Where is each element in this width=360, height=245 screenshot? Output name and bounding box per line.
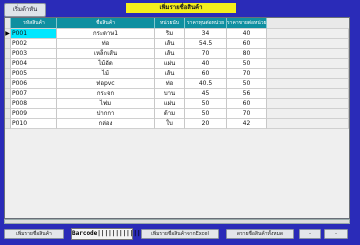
cell-cost[interactable]: 40 <box>185 59 227 69</box>
cell-unit[interactable]: เส้น <box>155 39 185 49</box>
column-header-name[interactable]: ชื่อสินค้า <box>57 18 155 29</box>
row-filler <box>267 69 349 79</box>
column-header-cost[interactable]: ราคาทุนต่อหน่วย <box>185 18 227 29</box>
table-row[interactable]: P004 ไม้อัด แผ่น 40 50 <box>5 59 349 69</box>
column-header-price[interactable]: ราคาขายต่อหน่วย <box>227 18 267 29</box>
table-row[interactable]: P005 ไม้ เส้น 60 70 <box>5 69 349 79</box>
cell-id[interactable]: P003 <box>11 49 57 59</box>
cell-unit[interactable]: ใบ <box>155 119 185 129</box>
cell-id[interactable]: P008 <box>11 99 57 109</box>
page-title: เพิ่มรายชื่อสินค้า <box>126 3 236 13</box>
cell-name[interactable]: เหล็กเส้น <box>57 49 155 59</box>
table-row[interactable]: P008 ไฟม แผ่น 50 60 <box>5 99 349 109</box>
table-row[interactable]: P006 ท่อpvc ท่อ 40.5 50 <box>5 79 349 89</box>
row-filler <box>267 79 349 89</box>
table-row[interactable]: ▶ P001 กระดาษ1 ริม 34 40 <box>5 29 349 39</box>
table-row[interactable]: P009 ปากกา ด้าม 50 70 <box>5 109 349 119</box>
cell-cost[interactable]: 70 <box>185 49 227 59</box>
start-button[interactable]: เริ่มต้าหัน <box>4 3 46 17</box>
cell-id[interactable]: P004 <box>11 59 57 69</box>
cell-id[interactable]: P007 <box>11 89 57 99</box>
grid-empty-area <box>5 129 349 218</box>
row-filler <box>267 29 349 39</box>
row-filler <box>267 49 349 59</box>
row-filler <box>267 39 349 49</box>
table-row[interactable]: P002 ท่อ เส้น 54.5 60 <box>5 39 349 49</box>
cell-id[interactable]: P002 <box>11 39 57 49</box>
cell-id[interactable]: P001 <box>11 29 57 39</box>
cell-unit[interactable]: แผ่น <box>155 59 185 69</box>
table-row[interactable]: P003 เหล็กเส้น เส้น 70 80 <box>5 49 349 59</box>
cell-price[interactable]: 70 <box>227 109 267 119</box>
cell-id[interactable]: P006 <box>11 79 57 89</box>
cell-name[interactable]: กระจก <box>57 89 155 99</box>
cell-name[interactable]: ท่อ <box>57 39 155 49</box>
add-product-button[interactable]: เพิ่มรายชื่อสินค้า <box>4 229 64 239</box>
cell-unit[interactable]: ด้าม <box>155 109 185 119</box>
cell-unit[interactable]: แผ่น <box>155 99 185 109</box>
cell-price[interactable]: 42 <box>227 119 267 129</box>
column-header-unit[interactable]: หน่วยนับ <box>155 18 185 29</box>
cell-id[interactable]: P010 <box>11 119 57 129</box>
cell-name[interactable]: ท่อpvc <box>57 79 155 89</box>
table-row[interactable]: P007 กระจก บาน 45 56 <box>5 89 349 99</box>
row-filler <box>267 119 349 129</box>
cell-unit[interactable]: บาน <box>155 89 185 99</box>
cell-price[interactable]: 70 <box>227 69 267 79</box>
cell-cost[interactable]: 20 <box>185 119 227 129</box>
cell-cost[interactable]: 54.5 <box>185 39 227 49</box>
cell-price[interactable]: 40 <box>227 29 267 39</box>
import-excel-button[interactable]: เพิ่มรายชื่อสินค้าจากExcel <box>141 229 219 239</box>
table-row[interactable]: P010 กล่อง ใบ 20 42 <box>5 119 349 129</box>
cell-cost[interactable]: 50 <box>185 99 227 109</box>
cell-cost[interactable]: 34 <box>185 29 227 39</box>
horizontal-scrollbar[interactable] <box>4 219 350 224</box>
cell-name[interactable]: ไฟม <box>57 99 155 109</box>
cell-price[interactable]: 60 <box>227 99 267 109</box>
cell-unit[interactable]: ท่อ <box>155 79 185 89</box>
cell-name[interactable]: กล่อง <box>57 119 155 129</box>
minus-button[interactable]: - <box>299 229 321 239</box>
row-filler <box>267 59 349 69</box>
cell-name[interactable]: ไม้อัด <box>57 59 155 69</box>
cell-cost[interactable]: 40.5 <box>185 79 227 89</box>
cell-unit[interactable]: ริม <box>155 29 185 39</box>
barcode-button[interactable]: Barcode||||||||||||||| <box>71 228 151 240</box>
cell-cost[interactable]: 45 <box>185 89 227 99</box>
cell-price[interactable]: 60 <box>227 39 267 49</box>
grid-header: รหัสสินค้า ชื่อสินค้า หน่วยนับ ราคาทุนต่… <box>5 18 349 29</box>
minus-button-2[interactable]: - <box>324 229 348 239</box>
cell-cost[interactable]: 50 <box>185 109 227 119</box>
cell-id[interactable]: P005 <box>11 69 57 79</box>
row-filler <box>267 109 349 119</box>
cell-unit[interactable]: เส้น <box>155 69 185 79</box>
cell-price[interactable]: 50 <box>227 59 267 69</box>
row-filler <box>267 99 349 109</box>
column-header-id[interactable]: รหัสสินค้า <box>11 18 57 29</box>
cell-name[interactable]: ไม้ <box>57 69 155 79</box>
column-header-filler <box>267 18 349 29</box>
cell-price[interactable]: 80 <box>227 49 267 59</box>
cell-price[interactable]: 56 <box>227 89 267 99</box>
cell-price[interactable]: 50 <box>227 79 267 89</box>
product-grid[interactable]: รหัสสินค้า ชื่อสินค้า หน่วยนับ ราคาทุนต่… <box>4 17 350 219</box>
cell-id[interactable]: P009 <box>11 109 57 119</box>
row-filler <box>267 89 349 99</box>
cell-name[interactable]: กระดาษ1 <box>57 29 155 39</box>
cell-cost[interactable]: 60 <box>185 69 227 79</box>
cell-name[interactable]: ปากกา <box>57 109 155 119</box>
cell-unit[interactable]: เส้น <box>155 49 185 59</box>
all-products-button[interactable]: ดรายชื่อสินค้าทั้งหมด <box>226 229 294 239</box>
